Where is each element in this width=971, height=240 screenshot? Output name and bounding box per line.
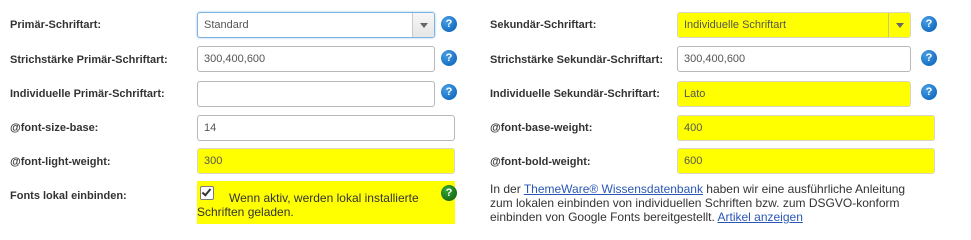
secondary-font-value: Individuelle Schriftart xyxy=(684,19,787,31)
info-line3-prefix: einbinden von Google Fonts bereitgestell… xyxy=(490,210,718,224)
local-fonts-hint-line2: Schriften geladen. xyxy=(197,205,294,219)
checkmark-icon xyxy=(201,186,212,197)
chevron-down-icon xyxy=(420,23,428,28)
local-fonts-hint-line1: Wenn aktiv, werden lokal installierte xyxy=(229,191,419,205)
primary-font-value: Standard xyxy=(204,19,249,31)
info-line-1: In der ThemeWare® Wissensdatenbank haben… xyxy=(490,182,960,196)
help-icon[interactable]: ? xyxy=(441,84,457,100)
custom-primary-font-label: Individuelle Primär-Schriftart: xyxy=(10,88,165,100)
info-prefix: In der xyxy=(490,182,524,196)
help-icon[interactable]: ? xyxy=(441,50,457,66)
info-line-3: einbinden von Google Fonts bereitgestell… xyxy=(490,210,960,224)
font-bold-weight-label: @font-bold-weight: xyxy=(490,156,591,168)
help-icon[interactable]: ? xyxy=(921,50,937,66)
font-size-base-label: @font-size-base: xyxy=(10,122,99,134)
font-size-base-input[interactable]: 14 xyxy=(197,115,455,141)
help-icon[interactable]: ? xyxy=(441,185,457,201)
secondary-weight-label: Strichstärke Sekundär-Schriftart: xyxy=(490,54,663,66)
help-icon[interactable]: ? xyxy=(921,84,937,100)
custom-secondary-font-input[interactable]: Lato xyxy=(677,81,911,107)
secondary-font-select[interactable]: Individuelle Schriftart xyxy=(677,12,911,38)
local-fonts-checkbox[interactable] xyxy=(200,186,214,200)
info-line-2: zum lokalen einbinden von individuellen … xyxy=(490,196,900,210)
help-icon[interactable]: ? xyxy=(441,16,457,32)
primary-weight-label: Strichstärke Primär-Schriftart: xyxy=(10,54,168,66)
info-mid: haben wir eine ausführliche Anleitung xyxy=(702,182,906,196)
font-base-weight-input[interactable]: 400 xyxy=(677,115,935,141)
font-light-weight-label: @font-light-weight: xyxy=(10,156,111,168)
font-bold-weight-input[interactable]: 600 xyxy=(677,148,935,174)
custom-secondary-font-label: Individuelle Sekundär-Schriftart: xyxy=(490,88,660,100)
chevron-down-icon xyxy=(896,23,904,28)
local-fonts-label: Fonts lokal einbinden: xyxy=(10,190,127,202)
primary-font-label: Primär-Schriftart: xyxy=(10,19,102,31)
primary-weight-input[interactable]: 300,400,600 xyxy=(197,46,435,72)
secondary-weight-input[interactable]: 300,400,600 xyxy=(677,46,911,72)
secondary-font-dropdown-button[interactable] xyxy=(888,13,910,37)
help-icon[interactable]: ? xyxy=(921,16,937,32)
font-base-weight-label: @font-base-weight: xyxy=(490,122,593,134)
show-article-link[interactable]: Artikel anzeigen xyxy=(717,210,802,224)
secondary-font-label: Sekundär-Schriftart: xyxy=(490,19,597,31)
custom-primary-font-input[interactable] xyxy=(197,81,435,107)
primary-font-dropdown-button[interactable] xyxy=(412,13,434,37)
primary-font-select[interactable]: Standard xyxy=(197,12,435,38)
knowledge-base-link[interactable]: ThemeWare® Wissensdatenbank xyxy=(524,182,703,196)
font-light-weight-input[interactable]: 300 xyxy=(197,148,455,174)
